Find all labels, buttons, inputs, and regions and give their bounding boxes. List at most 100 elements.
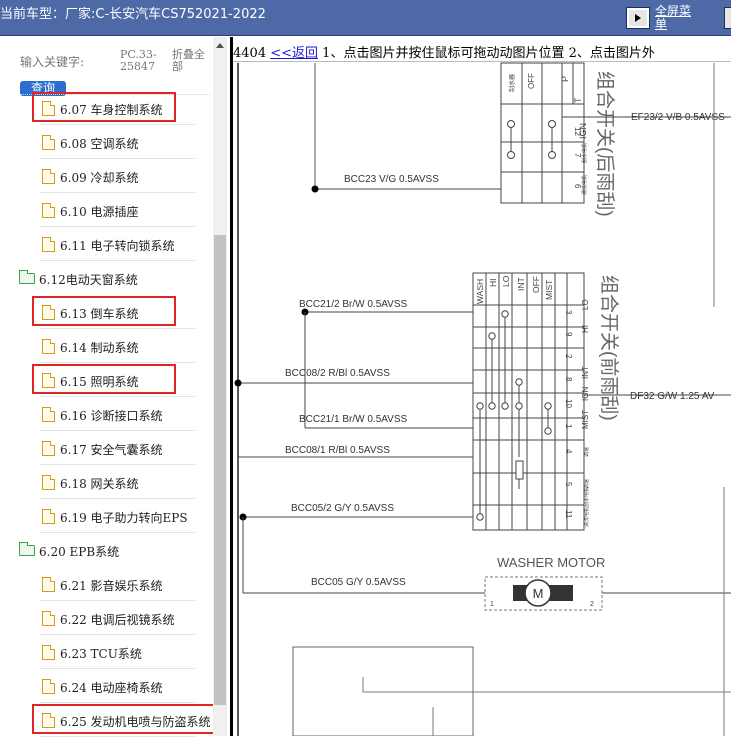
bcc05-label: BCC05 G/Y 0.5AVSS bbox=[311, 577, 406, 588]
front-pin-note-1: 调速 bbox=[583, 447, 590, 457]
tree-item-separator bbox=[40, 498, 195, 499]
tree-file-item[interactable]: 6.23 TCU系统 bbox=[40, 639, 204, 669]
rear-col-wiper: 刮水器 bbox=[508, 74, 516, 92]
front-col-int: INT bbox=[516, 277, 526, 291]
highlight-box bbox=[32, 92, 176, 122]
search-row: 输入关键字: PC.33-25847 折叠全部 查询 bbox=[20, 49, 215, 97]
document-icon bbox=[42, 475, 55, 490]
washer-motor-title: WASHER MOTOR bbox=[497, 555, 605, 570]
tree-item-label: 6.09 冷却系统 bbox=[60, 171, 139, 185]
fullscreen-menu-link[interactable]: 全屏菜单 bbox=[655, 5, 691, 31]
tree-item-label: 6.08 空调系统 bbox=[60, 137, 139, 151]
collapse-all-link[interactable]: 折叠全部 bbox=[172, 49, 212, 73]
tree-file-item[interactable]: 6.21 影音娱乐系统 bbox=[40, 571, 204, 601]
fullscreen-icon[interactable] bbox=[626, 7, 650, 29]
tree-item-separator bbox=[40, 260, 195, 261]
motor-pin-1: 1 bbox=[490, 601, 494, 608]
current-vehicle-info: 当前车型：厂家:C-长安汽车CS752021-2022 bbox=[0, 7, 266, 22]
tree-item-separator bbox=[40, 532, 195, 533]
tree-item-label: 6.21 影音娱乐系统 bbox=[60, 579, 163, 593]
document-icon bbox=[42, 169, 55, 184]
document-icon bbox=[42, 237, 55, 252]
front-pin-label-lo: LO bbox=[581, 299, 590, 310]
tree-item-label: 6.24 电动座椅系统 bbox=[60, 681, 163, 695]
front-pin-11: 11 bbox=[564, 510, 573, 519]
tree-item-separator bbox=[40, 328, 195, 329]
front-pin-label-ign: IGN bbox=[581, 387, 590, 401]
rear-pin-7: 7 bbox=[573, 153, 582, 158]
front-pin-8: 8 bbox=[564, 377, 573, 382]
front-pin-3: 3 bbox=[564, 310, 573, 315]
document-icon bbox=[42, 407, 55, 422]
front-pin-label-mist: MIST bbox=[581, 410, 590, 429]
tree-item-label: 6.16 诊断接口系统 bbox=[60, 409, 163, 423]
tree-file-item[interactable]: 6.17 安全气囊系统 bbox=[40, 435, 204, 465]
bottom-wire-1 bbox=[362, 677, 731, 693]
document-icon bbox=[42, 679, 55, 694]
panel-toggle-icon[interactable] bbox=[724, 7, 731, 29]
highlight-box bbox=[32, 296, 176, 326]
tree-item-label: 6.12电动天窗系统 bbox=[39, 273, 138, 287]
document-icon bbox=[42, 441, 55, 456]
tree-item-label: 6.19 电子助力转向EPS bbox=[60, 511, 188, 525]
tree-file-item[interactable]: 6.14 制动系统 bbox=[40, 333, 204, 363]
tree-item-separator bbox=[40, 124, 195, 125]
highlight-box bbox=[32, 364, 176, 394]
document-icon bbox=[42, 645, 55, 660]
front-pin-label-hi: HI bbox=[581, 325, 590, 333]
tree-item-label: 6.18 网关系统 bbox=[60, 477, 139, 491]
rear-col-off: OFF bbox=[527, 73, 536, 89]
front-switch-title: 组合开关(前雨刮) bbox=[598, 275, 620, 421]
tree-item-label: 6.20 EPB系统 bbox=[39, 545, 120, 559]
tree-item-label: 6.22 电调后视镜系统 bbox=[60, 613, 175, 627]
bcc23-wire-label: BCC23 V/G 0.5AVSS bbox=[344, 174, 439, 185]
front-col-off: OFF bbox=[531, 276, 541, 293]
tree-file-item[interactable]: 6.11 电子转向锁系统 bbox=[40, 231, 204, 261]
document-icon bbox=[42, 509, 55, 524]
front-pin-10: 10 bbox=[564, 399, 573, 408]
tree-file-item[interactable]: 6.24 电动座椅系统 bbox=[40, 673, 204, 703]
front-pin-note-4: 清洗电机 bbox=[583, 507, 590, 527]
tree-file-item[interactable]: 6.18 网关系统 bbox=[40, 469, 204, 499]
scroll-up-arrow-icon[interactable] bbox=[213, 40, 227, 52]
tree-item-label: 6.17 安全气囊系统 bbox=[60, 443, 163, 457]
tree-item-separator bbox=[40, 158, 195, 159]
rear-col-p: P bbox=[560, 76, 570, 82]
tree-file-item[interactable]: 6.19 电子助力转向EPS bbox=[40, 503, 204, 533]
washer-motor: M 1 2 bbox=[484, 576, 603, 611]
tree-file-item[interactable]: 6.09 冷却系统 bbox=[40, 163, 204, 193]
top-header-bar: 当前车型：厂家:C-长安汽车CS752021-2022 全屏菜单 bbox=[0, 0, 731, 36]
tree-file-item[interactable]: 6.10 电源插座 bbox=[40, 197, 204, 227]
diagram-pane[interactable]: 4404 <<返回 1、点击图片并按住鼠标可拖动动图片位置 2、点击图片外 刮水… bbox=[233, 37, 731, 736]
front-pin-note-3: 刮水电机 bbox=[583, 487, 590, 507]
tree-item-separator bbox=[40, 192, 195, 193]
document-icon bbox=[42, 135, 55, 150]
front-col-mist: MIST bbox=[544, 280, 554, 300]
document-icon bbox=[42, 339, 55, 354]
tree-item-separator bbox=[40, 430, 195, 431]
tree-file-item[interactable]: 6.16 诊断接口系统 bbox=[40, 401, 204, 431]
front-pin-label-int: INT bbox=[581, 366, 590, 379]
keyword-value[interactable]: PC.33-25847 bbox=[120, 49, 170, 73]
tree-file-item[interactable]: 6.22 电调后视镜系统 bbox=[40, 605, 204, 635]
wiring-diagram[interactable]: 刮水器 OFF P T 1 2 7 6 IGN 刮水电机 清洗电机 组合开关(后雨… bbox=[233, 37, 731, 736]
document-icon bbox=[42, 203, 55, 218]
tree-item-label: 6.11 电子转向锁系统 bbox=[60, 239, 175, 253]
tree-folder-item[interactable]: 6.20 EPB系统 bbox=[19, 537, 204, 565]
tree-item-separator bbox=[40, 362, 195, 363]
front-pin-1: 1 bbox=[564, 424, 573, 429]
tree-file-item[interactable]: 6.08 空调系统 bbox=[40, 129, 204, 159]
tree-item-separator bbox=[40, 634, 195, 635]
tree-folder-item[interactable]: 6.12电动天窗系统 bbox=[19, 265, 204, 293]
rear-col-t: T bbox=[573, 97, 583, 103]
bcc23-junction bbox=[311, 185, 319, 193]
document-icon bbox=[42, 577, 55, 592]
sidebar-scrollbar-thumb[interactable] bbox=[214, 235, 226, 705]
bcc08-junction bbox=[234, 379, 242, 387]
rear-switch-title: 组合开关(后雨刮) bbox=[594, 71, 616, 217]
front-col-lo: LO bbox=[501, 275, 511, 287]
front-col-wash: WASH bbox=[475, 279, 485, 304]
df32-wire-label: DF32 G/W 1.25 AV bbox=[630, 391, 715, 402]
rear-pin-ign: IGN bbox=[578, 123, 588, 139]
tree-item-label: 6.23 TCU系统 bbox=[60, 647, 142, 661]
